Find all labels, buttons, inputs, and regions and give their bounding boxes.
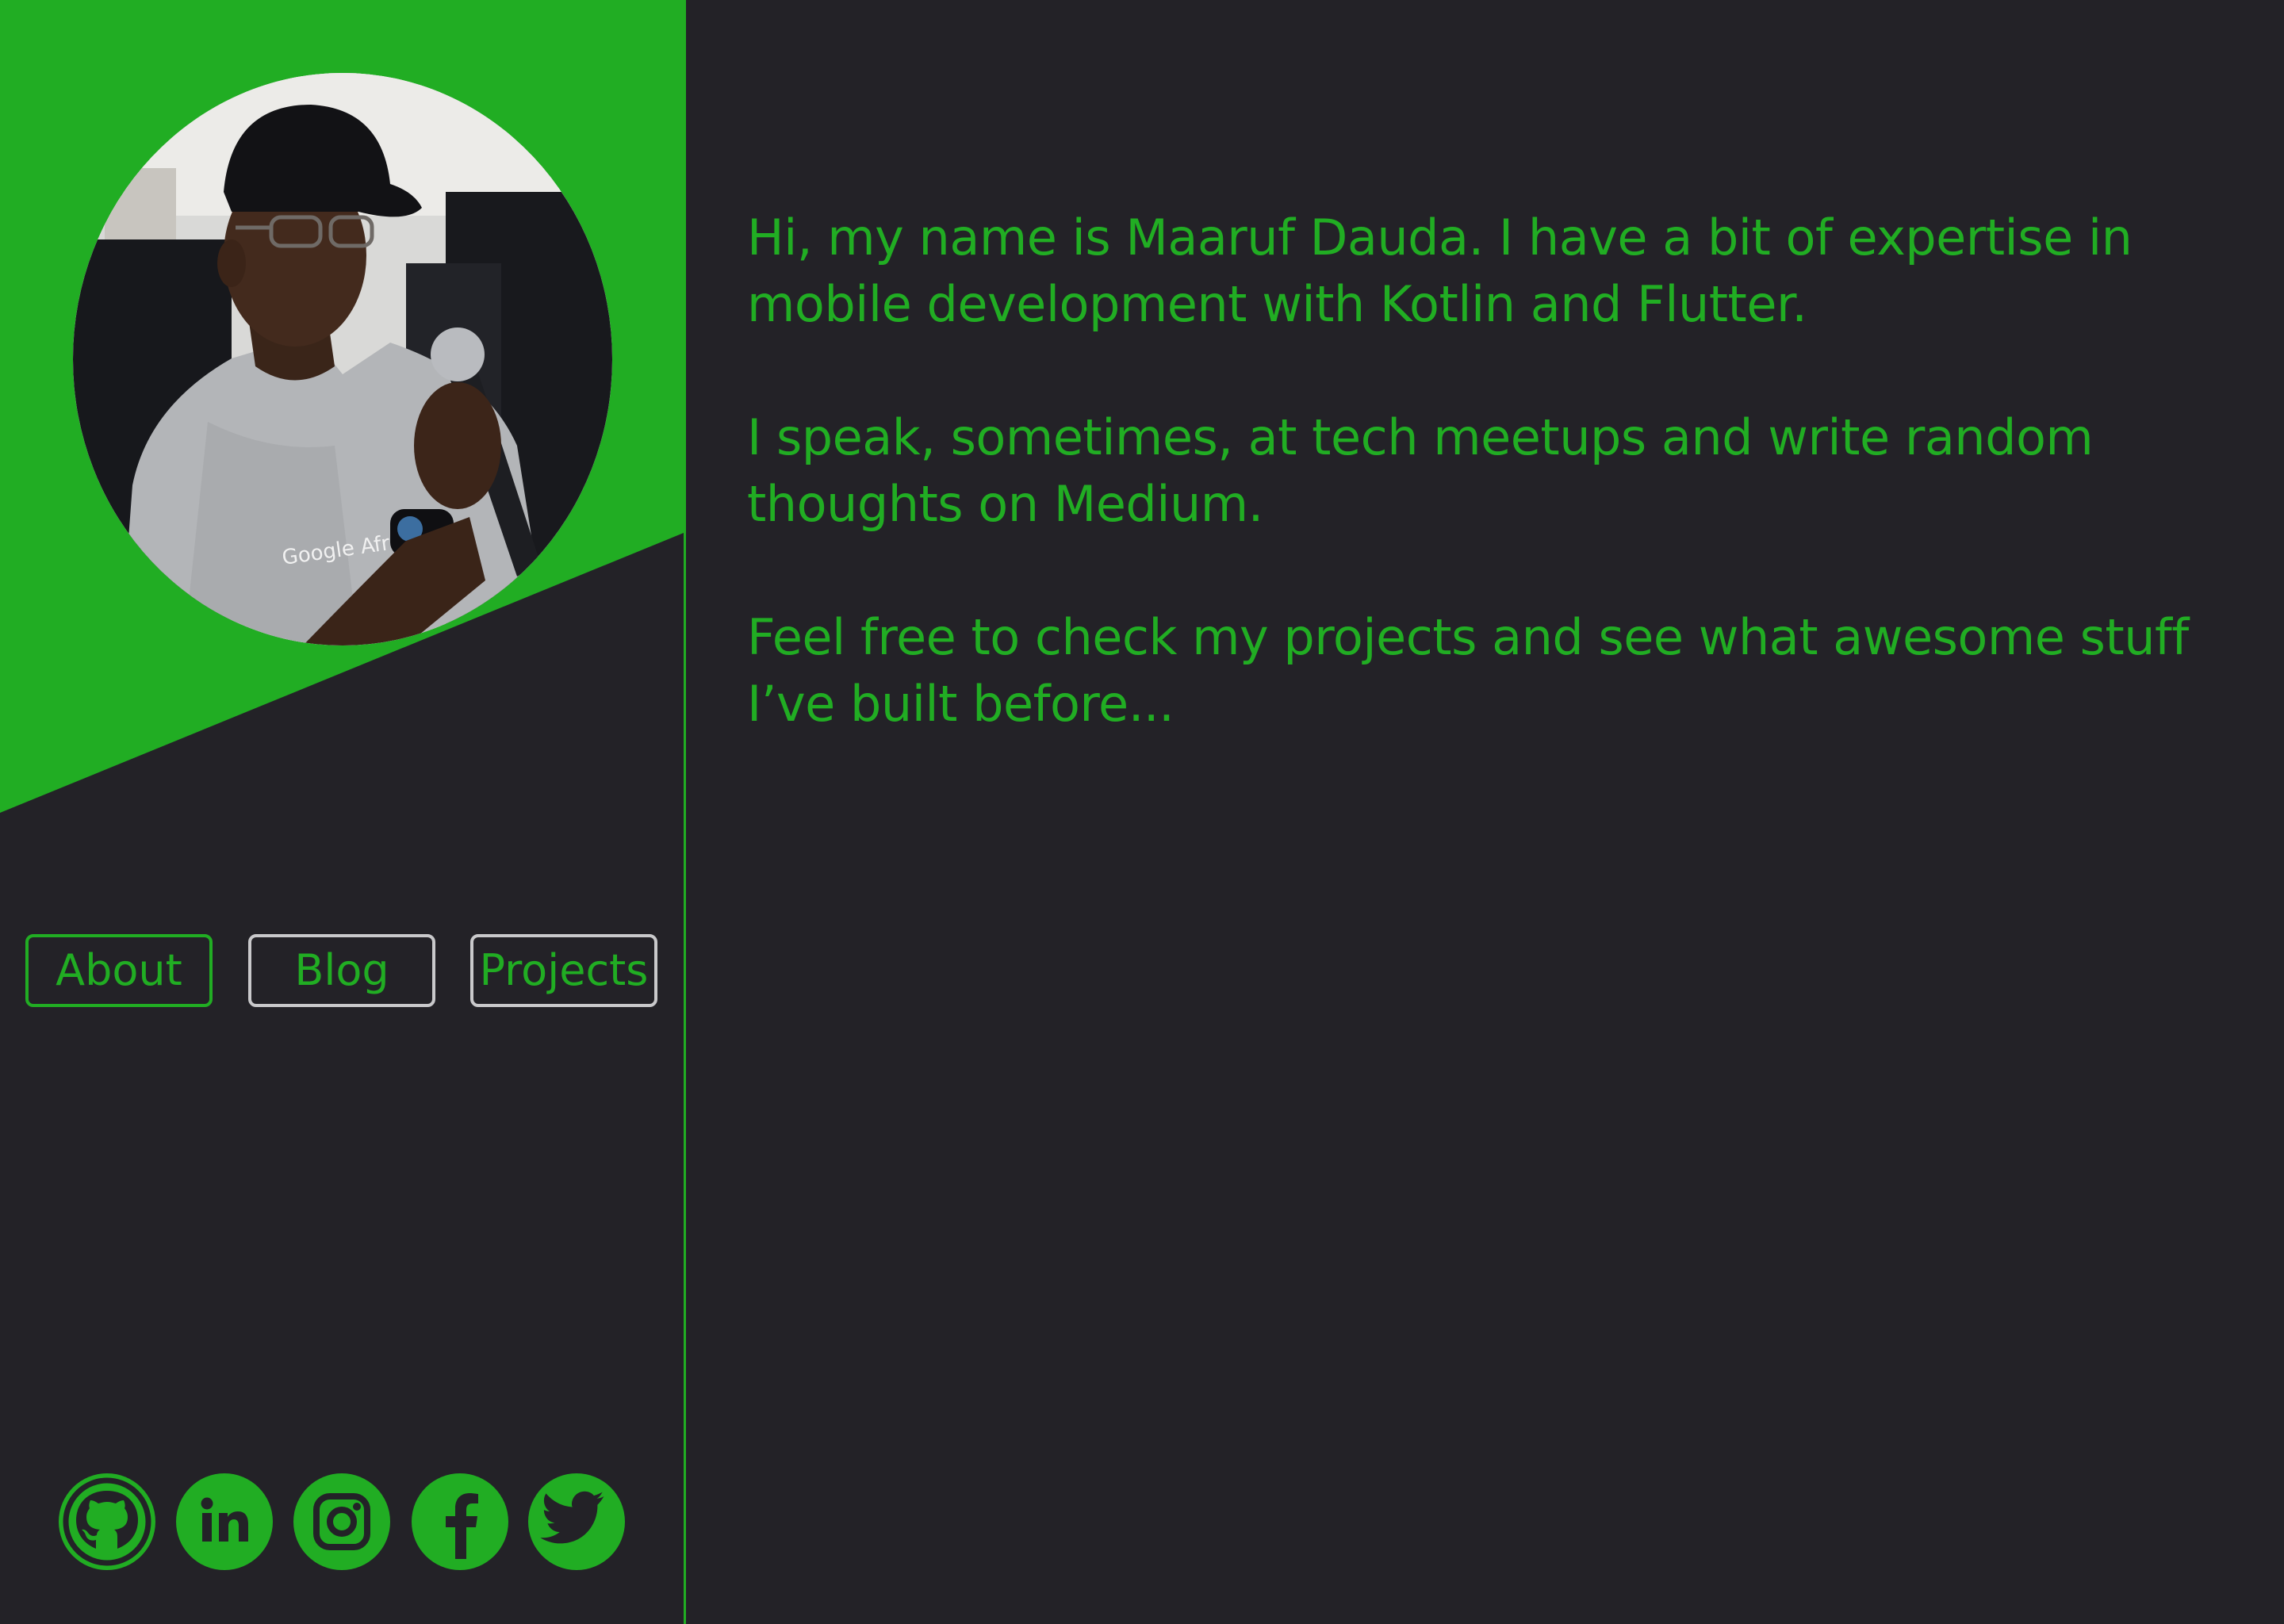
social-links (59, 1473, 630, 1570)
twitter-icon (540, 1491, 604, 1544)
linkedin-icon (201, 1497, 248, 1542)
bio-intro: Hi, my name is Maaruf Dauda. I have a bi… (747, 209, 2133, 333)
facebook-icon (446, 1493, 478, 1559)
linkedin-link[interactable] (176, 1473, 273, 1570)
blog-button[interactable]: Blog (248, 934, 435, 1007)
avatar: Google Afri (73, 73, 612, 645)
bio-projects: Feel free to check my projects and see w… (747, 608, 2189, 733)
sidebar: Google Afri About Blog Projects (0, 0, 686, 1624)
nav: About Blog Projects (25, 934, 665, 1013)
instagram-icon (313, 1493, 370, 1550)
twitter-link[interactable] (528, 1473, 625, 1570)
about-button[interactable]: About (25, 934, 213, 1007)
facebook-link[interactable] (412, 1473, 508, 1570)
bio-speaking: I speak, sometimes, at tech meetups and … (747, 408, 2094, 533)
profile-photo: Google Afri (73, 73, 612, 645)
instagram-link[interactable] (293, 1473, 390, 1570)
page: Google Afri About Blog Projects Hi, my n… (0, 0, 2284, 1624)
main-content: Hi, my name is Maaruf Dauda. I have a bi… (747, 205, 2238, 804)
projects-button[interactable]: Projects (470, 934, 657, 1007)
github-link[interactable] (59, 1473, 155, 1570)
github-icon (63, 1477, 151, 1566)
